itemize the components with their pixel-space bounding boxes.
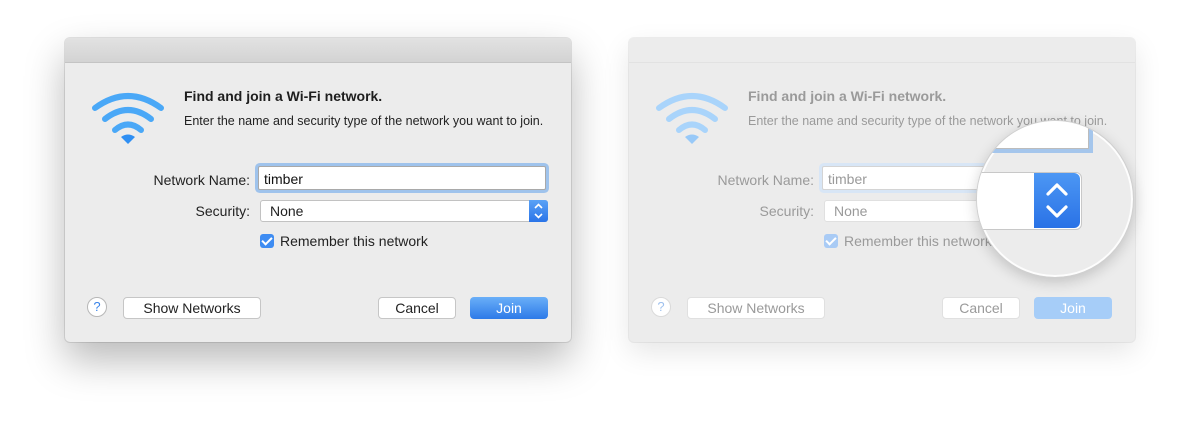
remember-network-checkbox[interactable] <box>824 234 838 248</box>
security-value: None <box>834 203 868 219</box>
zoom-magnifier <box>976 120 1134 278</box>
join-button[interactable]: Join <box>470 297 548 319</box>
help-button[interactable]: ? <box>651 297 671 317</box>
remember-network-label: Remember this network <box>280 233 428 249</box>
network-name-input[interactable]: timber <box>258 166 546 190</box>
remember-network-row[interactable]: Remember this network <box>824 233 992 249</box>
title-bar[interactable] <box>65 38 571 63</box>
remember-network-row[interactable]: Remember this network <box>260 233 428 249</box>
help-button[interactable]: ? <box>87 297 107 317</box>
security-select[interactable]: None <box>260 200 548 222</box>
join-button[interactable]: Join <box>1034 297 1112 319</box>
wifi-icon <box>656 93 728 144</box>
join-wifi-dialog: Find and join a Wi-Fi network. Enter the… <box>65 38 571 342</box>
remember-network-label: Remember this network <box>844 233 992 249</box>
title-bar[interactable] <box>629 38 1135 63</box>
cancel-button[interactable]: Cancel <box>942 297 1020 319</box>
show-networks-button[interactable]: Show Networks <box>123 297 261 319</box>
magnified-up-down-chevron-icon[interactable] <box>1034 173 1080 228</box>
wifi-icon <box>92 93 164 144</box>
dialog-description: Enter the name and security type of the … <box>184 114 544 128</box>
dialog-heading: Find and join a Wi-Fi network. <box>184 88 383 104</box>
security-value: None <box>270 203 304 219</box>
network-name-label: Network Name: <box>153 172 250 188</box>
dialog-heading: Find and join a Wi-Fi network. <box>748 88 947 104</box>
show-networks-button[interactable]: Show Networks <box>687 297 825 319</box>
up-down-chevron-icon[interactable] <box>529 200 548 222</box>
network-name-label: Network Name: <box>717 172 814 188</box>
remember-network-checkbox[interactable] <box>260 234 274 248</box>
magnified-name-field <box>977 121 1089 149</box>
security-label: Security: <box>759 203 814 219</box>
cancel-button[interactable]: Cancel <box>378 297 456 319</box>
security-label: Security: <box>195 203 250 219</box>
